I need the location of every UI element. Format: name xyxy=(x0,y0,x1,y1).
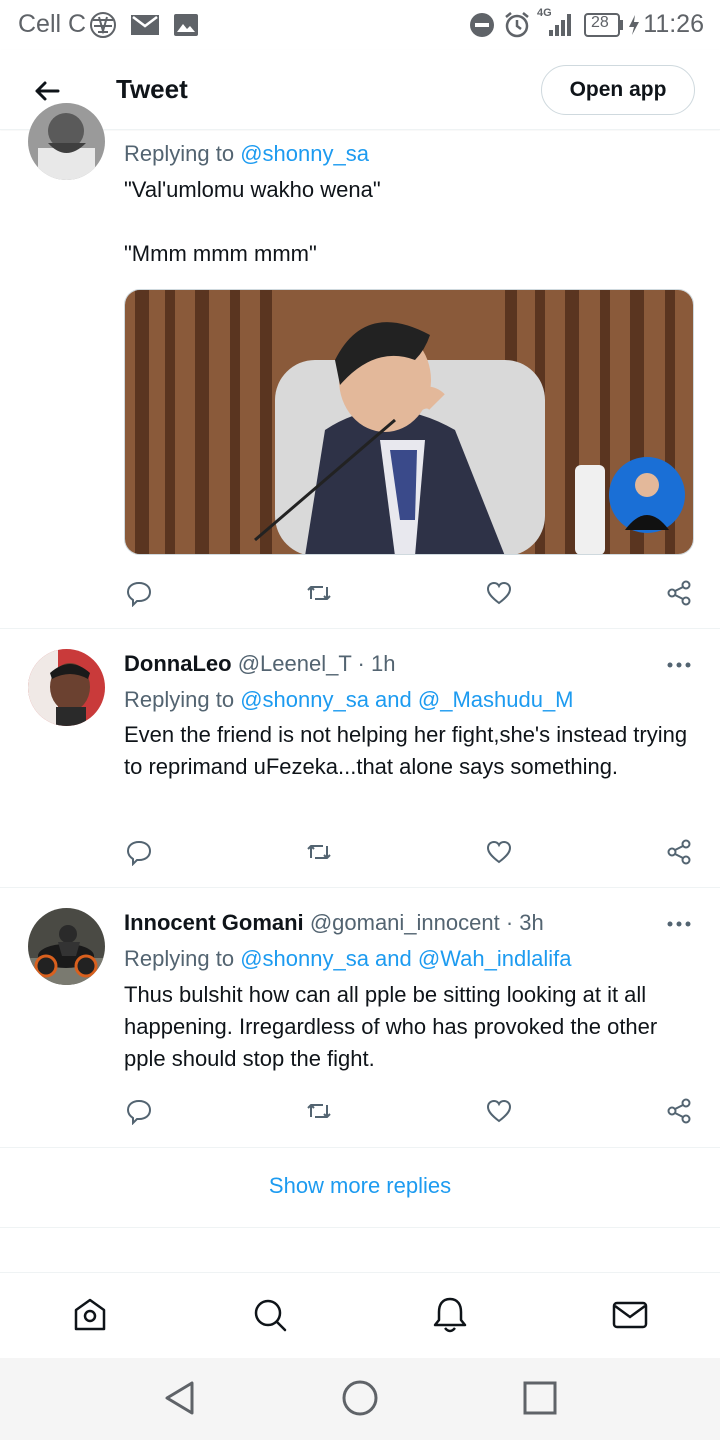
signal-icon xyxy=(537,12,575,43)
tweet-text-line: "Mmm mmm mmm" xyxy=(124,241,317,266)
search-icon[interactable] xyxy=(249,1294,291,1336)
author-name[interactable]: Innocent Gomani xyxy=(124,910,304,935)
status-bar: Cell C 4G 28 11:26 xyxy=(0,0,720,50)
home-icon[interactable] xyxy=(69,1294,111,1336)
charging-icon xyxy=(628,14,640,41)
replying-to-prefix: Replying to xyxy=(124,946,235,971)
separator-dot: · xyxy=(357,651,365,676)
tweet-header: DonnaLeo @Leenel_T · 1h xyxy=(124,651,395,677)
tweet-actions xyxy=(0,832,720,872)
timestamp[interactable]: 1h xyxy=(371,651,395,676)
retweet-icon[interactable] xyxy=(299,573,339,613)
bottom-tab-bar xyxy=(0,1272,720,1358)
reply-icon[interactable] xyxy=(119,1091,159,1131)
tweet-actions xyxy=(0,573,720,613)
do-not-disturb-icon xyxy=(469,12,495,43)
home-icon[interactable] xyxy=(338,1376,382,1420)
more-options-icon[interactable] xyxy=(664,655,694,675)
author-handle[interactable]: @Leenel_T xyxy=(238,651,352,676)
like-icon[interactable] xyxy=(479,832,519,872)
more-options-icon[interactable] xyxy=(664,914,694,934)
replying-to-prefix: Replying to xyxy=(124,141,235,166)
like-icon[interactable] xyxy=(479,573,519,613)
tweet-text-line: "Val'umlomu wakho wena" xyxy=(124,177,381,202)
like-icon[interactable] xyxy=(479,1091,519,1131)
system-nav-bar xyxy=(0,1358,720,1440)
retweet-icon[interactable] xyxy=(299,1091,339,1131)
timestamp[interactable]: 3h xyxy=(519,910,543,935)
reply-icon[interactable] xyxy=(119,832,159,872)
tweet-reply[interactable]: Replying to @shonny_sa "Val'umlomu wakho… xyxy=(0,103,720,629)
replying-to: Replying to @shonny_sa xyxy=(124,141,369,167)
replying-to-prefix: Replying to xyxy=(124,687,235,712)
tweet-text: Thus bulshit how can all pple be sitting… xyxy=(124,982,658,1071)
vodacom-logo-icon xyxy=(88,11,118,44)
image-icon xyxy=(173,13,199,42)
alarm-icon xyxy=(503,11,531,44)
author-name[interactable]: DonnaLeo xyxy=(124,651,232,676)
mail-icon xyxy=(130,13,160,42)
share-icon[interactable] xyxy=(659,1091,699,1131)
battery-percent: 28 xyxy=(591,14,609,31)
avatar[interactable] xyxy=(28,649,105,726)
tweet-actions xyxy=(0,1091,720,1131)
messages-icon[interactable] xyxy=(609,1294,651,1336)
share-icon[interactable] xyxy=(659,573,699,613)
avatar[interactable] xyxy=(28,103,105,180)
page-title: Tweet xyxy=(116,74,188,104)
back-icon[interactable] xyxy=(158,1376,202,1420)
recents-icon[interactable] xyxy=(518,1376,562,1420)
mention-link[interactable]: @shonny_sa and @_Mashudu_M xyxy=(240,687,573,712)
mention-link[interactable]: @shonny_sa and @Wah_indlalifa xyxy=(240,946,571,971)
reply-icon[interactable] xyxy=(119,573,159,613)
retweet-icon[interactable] xyxy=(299,832,339,872)
tweet-media-image[interactable] xyxy=(124,289,694,555)
show-more-replies-button[interactable]: Show more replies xyxy=(0,1148,720,1228)
open-app-button[interactable]: Open app xyxy=(541,65,695,115)
carrier-label: Cell C xyxy=(18,10,87,38)
replying-to: Replying to @shonny_sa and @Wah_indlalif… xyxy=(124,946,571,972)
tweet-text: Even the friend is not helping her fight… xyxy=(124,722,688,779)
separator-dot: · xyxy=(505,910,514,935)
tweet-reply[interactable]: DonnaLeo @Leenel_T · 1h Replying to @sho… xyxy=(0,629,720,888)
app-header: Tweet Open app xyxy=(0,50,720,130)
author-handle[interactable]: @gomani_innocent xyxy=(310,910,500,935)
share-icon[interactable] xyxy=(659,832,699,872)
replying-to: Replying to @shonny_sa and @_Mashudu_M xyxy=(124,687,574,713)
clock: 11:26 xyxy=(643,10,704,38)
mention-link[interactable]: @shonny_sa xyxy=(240,141,369,166)
notifications-icon[interactable] xyxy=(429,1294,471,1336)
avatar[interactable] xyxy=(28,908,105,985)
tweet-header: Innocent Gomani @gomani_innocent · 3h xyxy=(124,910,544,936)
tweet-reply[interactable]: Innocent Gomani @gomani_innocent · 3h Re… xyxy=(0,888,720,1148)
